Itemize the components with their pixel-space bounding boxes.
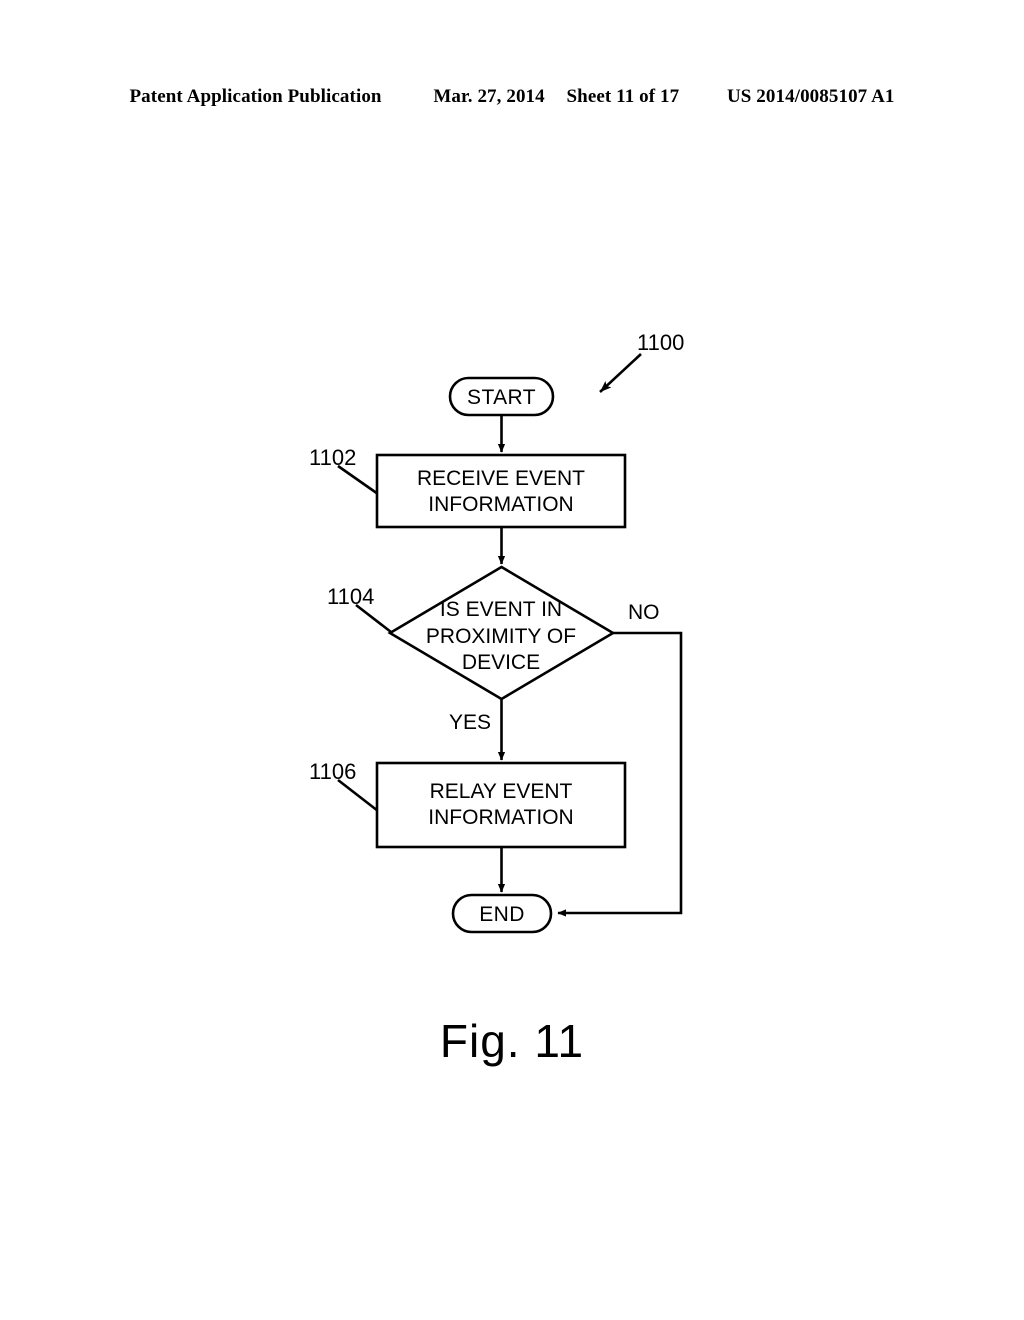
node-relay-label-line2: INFORMATION (428, 806, 574, 829)
node-decision-label-line1: IS EVENT IN (439, 598, 563, 621)
node-start-label: START (467, 386, 536, 409)
reference-leader-1100 (599, 353, 642, 393)
node-decision-label-line2: PROXIMITY OF (425, 625, 577, 648)
reference-numeral-1106: 1106 (309, 759, 357, 784)
node-receive-label-line1: RECEIVE EVENT (416, 467, 586, 490)
node-decision-label-line3: DEVICE (461, 651, 541, 674)
node-receive-label-line2: INFORMATION (428, 493, 574, 516)
reference-numeral-1104: 1104 (327, 584, 375, 609)
node-relay-label-line1: RELAY EVENT (429, 780, 573, 803)
flowchart-diagram: START RECEIVE EVENT INFORMATION IS EVENT… (0, 0, 1024, 1320)
reference-numeral-1102: 1102 (309, 445, 357, 470)
edge-label-no: NO (628, 601, 660, 624)
edge-label-yes: YES (449, 711, 492, 734)
reference-numeral-1100: 1100 (637, 330, 685, 355)
figure-caption: Fig. 11 (439, 1015, 585, 1067)
node-end-label: END (479, 903, 525, 926)
